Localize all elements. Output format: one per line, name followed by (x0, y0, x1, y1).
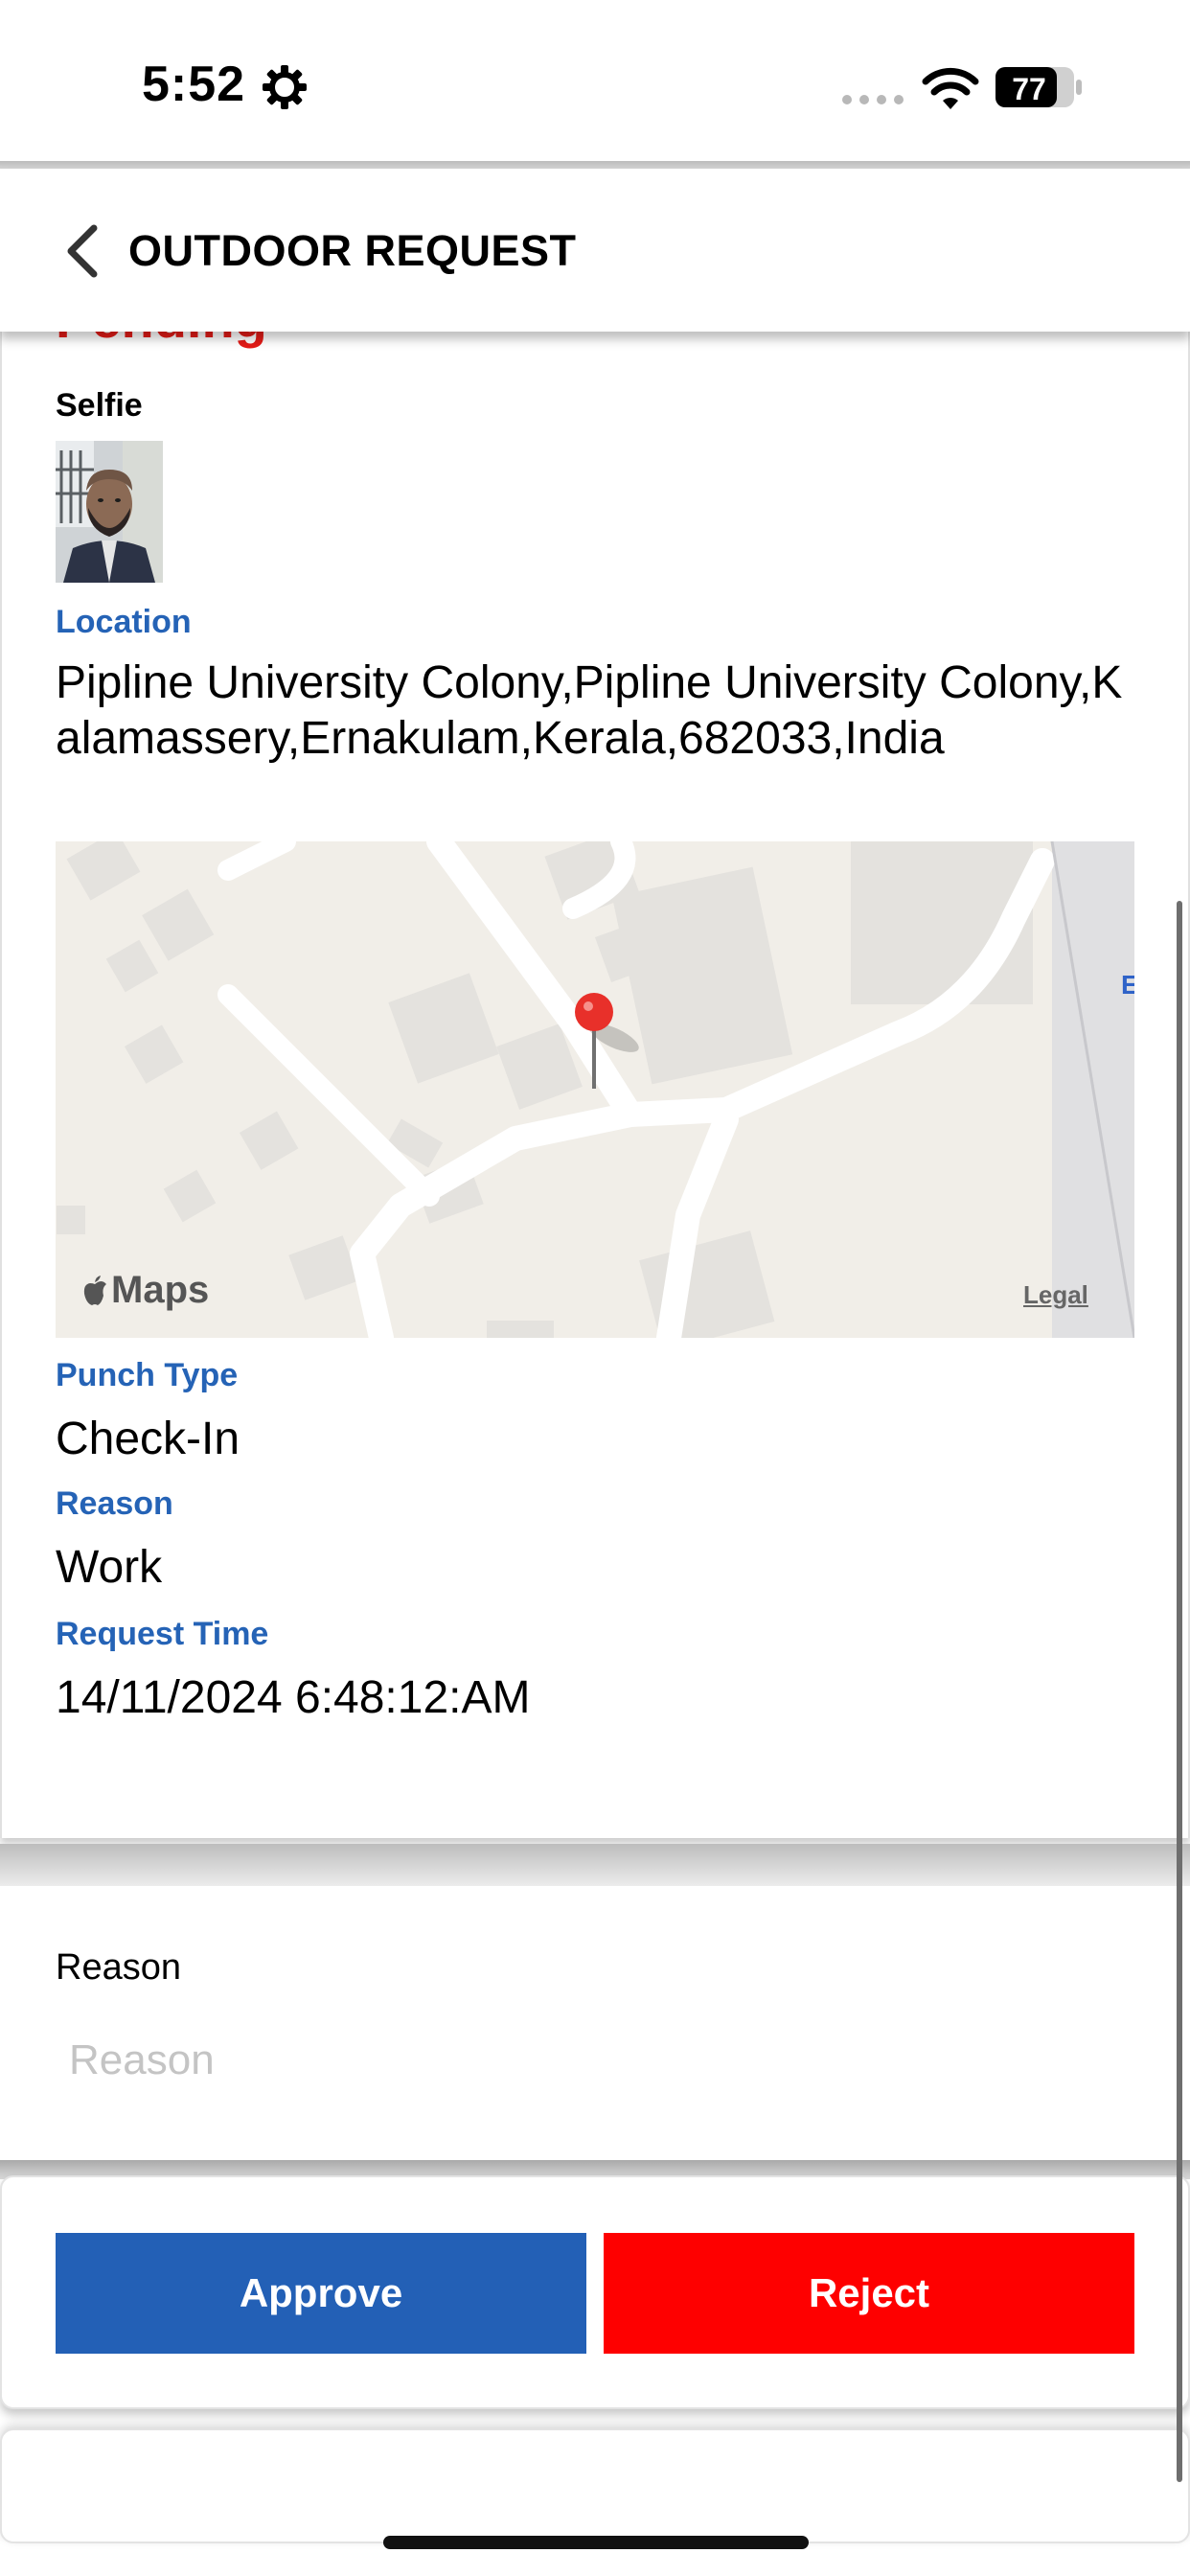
status-bar: 5:52 77 (0, 0, 1190, 163)
selfie-label: Selfie (56, 387, 143, 424)
wifi-icon (922, 67, 979, 109)
status-time: 5:52 (142, 57, 246, 112)
punch-type-label: Punch Type (56, 1357, 239, 1393)
reason-input[interactable] (56, 2030, 1129, 2091)
map-legal-link[interactable]: Legal (1023, 1280, 1088, 1310)
apple-logo-icon (82, 1275, 107, 1307)
reason-value: Work (56, 1542, 163, 1593)
back-chevron-icon[interactable] (61, 222, 103, 280)
request-time-value: 14/11/2024 6:48:12:AM (56, 1672, 531, 1723)
approve-button[interactable]: Approve (56, 2233, 586, 2354)
location-value: Pipline University Colony,Pipline Univer… (56, 657, 1123, 764)
scrollbar[interactable] (1177, 901, 1182, 2482)
review-reason-card (0, 1886, 1190, 2160)
cellular-signal-icon (842, 95, 904, 104)
battery-icon: 77 (995, 67, 1082, 107)
reject-button[interactable]: Reject (604, 2233, 1134, 2354)
gear-icon (263, 65, 307, 109)
review-reason-label: Reason (56, 1947, 181, 1988)
page-title: OUTDOOR REQUEST (128, 226, 577, 275)
map-edge-label: E (1121, 970, 1134, 1000)
punch-type-value: Check-In (56, 1414, 240, 1464)
map-brand: Maps (111, 1269, 210, 1311)
home-indicator[interactable] (383, 2536, 809, 2549)
request-time-label: Request Time (56, 1616, 269, 1652)
bottom-card (0, 2428, 1190, 2543)
selfie-image[interactable] (56, 441, 163, 583)
battery-level: 77 (1012, 72, 1046, 106)
location-map[interactable]: Maps Legal E (56, 841, 1134, 1338)
outdoor-request-screen: 5:52 77 OUTDOOR REQUEST Selfie Location … (0, 0, 1190, 2576)
card-separator (0, 1844, 1190, 1886)
reason-label: Reason (56, 1485, 173, 1522)
location-label: Location (56, 604, 192, 640)
